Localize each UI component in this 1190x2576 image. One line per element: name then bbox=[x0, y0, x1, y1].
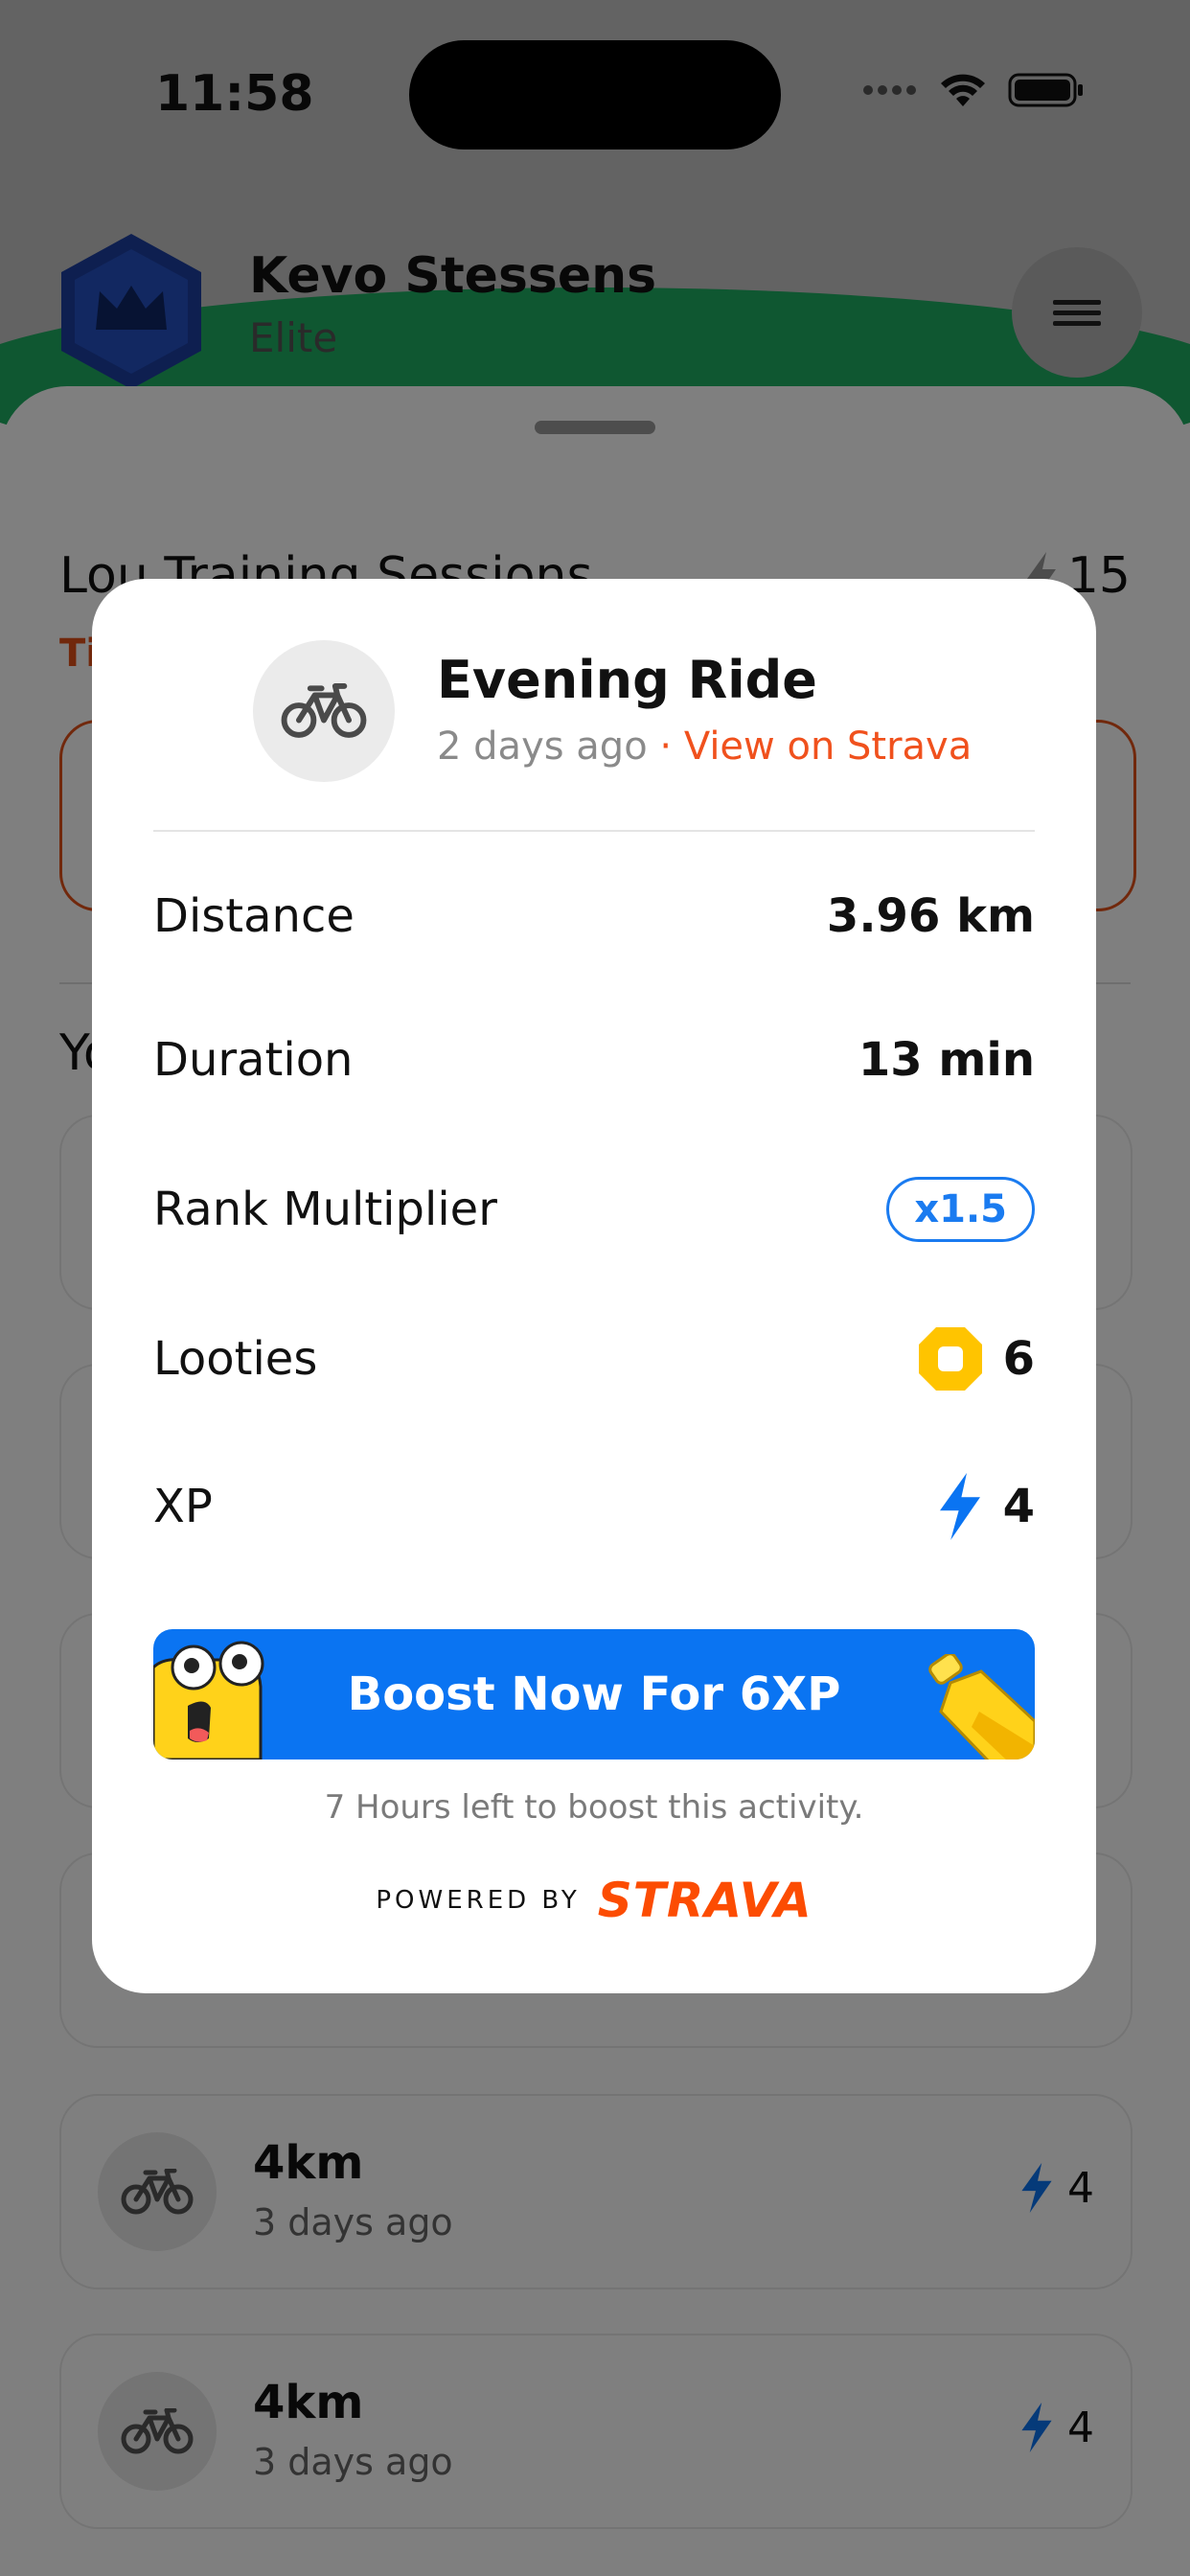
duration-value: 13 min bbox=[858, 1033, 1035, 1087]
rank-multiplier-label: Rank Multiplier bbox=[153, 1183, 497, 1236]
modal-divider bbox=[153, 830, 1035, 832]
activity-time-ago: 2 days ago bbox=[437, 724, 648, 769]
looties-coin-icon bbox=[918, 1327, 982, 1391]
activity-detail-modal: Evening Ride 2 days ago · View on Strava… bbox=[92, 579, 1096, 1993]
distance-row: Distance 3.96 km bbox=[153, 878, 1035, 954]
powered-by-text: POWERED BY bbox=[376, 1886, 581, 1915]
duration-label: Duration bbox=[153, 1033, 354, 1087]
looties-label: Looties bbox=[153, 1332, 318, 1386]
mascot-icon bbox=[153, 1641, 264, 1760]
boost-button-label: Boost Now For 6XP bbox=[347, 1668, 841, 1721]
looties-row: Looties 6 bbox=[153, 1321, 1035, 1397]
lightning-icon bbox=[939, 1473, 980, 1540]
distance-label: Distance bbox=[153, 889, 355, 943]
activity-type-icon bbox=[253, 640, 395, 782]
bike-icon bbox=[281, 683, 367, 738]
boost-time-remaining: 7 Hours left to boost this activity. bbox=[324, 1788, 864, 1827]
meta-separator: · bbox=[647, 724, 684, 769]
xp-label: XP bbox=[153, 1480, 213, 1533]
distance-value: 3.96 km bbox=[826, 889, 1035, 943]
potion-bottle-icon bbox=[928, 1654, 1035, 1760]
rank-multiplier-row: Rank Multiplier x1.5 bbox=[153, 1171, 1035, 1248]
boost-button[interactable]: Boost Now For 6XP bbox=[153, 1629, 1035, 1760]
activity-title: Evening Ride bbox=[437, 650, 817, 710]
strava-logo: STRAVA bbox=[597, 1873, 812, 1928]
xp-value: 4 bbox=[1002, 1480, 1035, 1533]
duration-row: Duration 13 min bbox=[153, 1022, 1035, 1098]
looties-value: 6 bbox=[1002, 1332, 1035, 1386]
powered-by-strava: POWERED BY STRAVA bbox=[92, 1873, 1096, 1928]
xp-value-group: 4 bbox=[936, 1473, 1035, 1540]
looties-value-group: 6 bbox=[917, 1325, 1035, 1392]
view-on-strava-link[interactable]: View on Strava bbox=[684, 724, 972, 769]
activity-meta: 2 days ago · View on Strava bbox=[437, 724, 972, 769]
xp-row: XP 4 bbox=[153, 1468, 1035, 1545]
rank-multiplier-badge: x1.5 bbox=[886, 1177, 1035, 1242]
